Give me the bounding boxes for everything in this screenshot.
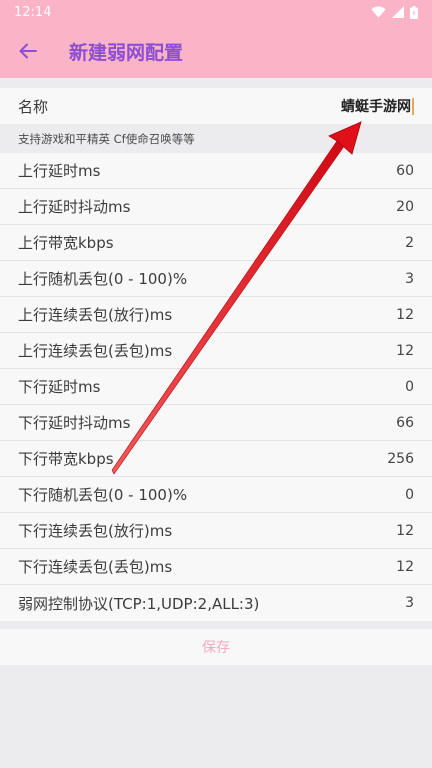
setting-row[interactable]: 上行随机丢包(0 - 100)% 3 xyxy=(0,261,432,297)
setting-label: 下行连续丢包(丢包)ms xyxy=(18,558,173,576)
setting-row[interactable]: 弱网控制协议(TCP:1,UDP:2,ALL:3) 3 xyxy=(0,585,432,621)
battery-icon xyxy=(410,5,418,19)
status-time: 12:14 xyxy=(14,4,52,20)
setting-row[interactable]: 上行延时抖动ms 20 xyxy=(0,189,432,225)
setting-value[interactable]: 60 xyxy=(396,163,414,179)
setting-row[interactable]: 下行延时抖动ms 66 xyxy=(0,405,432,441)
status-icons xyxy=(371,5,418,19)
setting-label: 上行连续丢包(丢包)ms xyxy=(18,342,173,360)
setting-label: 上行带宽kbps xyxy=(18,234,114,252)
setting-label: 上行连续丢包(放行)ms xyxy=(18,306,173,324)
setting-label: 下行延时抖动ms xyxy=(18,414,131,432)
wifi-icon xyxy=(371,6,386,18)
setting-label: 下行随机丢包(0 - 100)% xyxy=(18,486,188,504)
app-bar: 新建弱网配置 xyxy=(0,24,432,78)
setting-row[interactable]: 上行带宽kbps 2 xyxy=(0,225,432,261)
setting-value[interactable]: 3 xyxy=(405,595,414,611)
setting-label: 上行延时抖动ms xyxy=(18,198,131,216)
arrow-left-icon xyxy=(19,43,37,59)
setting-label: 上行随机丢包(0 - 100)% xyxy=(18,270,188,288)
name-field-row[interactable]: 名称 蜻蜓手游网 xyxy=(0,88,432,124)
setting-value[interactable]: 12 xyxy=(396,307,414,323)
setting-label: 下行连续丢包(放行)ms xyxy=(18,522,173,540)
setting-row[interactable]: 上行连续丢包(放行)ms 12 xyxy=(0,297,432,333)
page-title: 新建弱网配置 xyxy=(69,41,184,64)
setting-value[interactable]: 3 xyxy=(405,271,414,287)
setting-value[interactable]: 66 xyxy=(396,415,414,431)
name-input-value: 蜻蜓手游网 xyxy=(341,99,411,115)
status-bar: 12:14 xyxy=(0,0,432,24)
top-spacer xyxy=(0,78,432,88)
back-button[interactable] xyxy=(14,37,42,65)
save-area: 保存 xyxy=(0,629,432,665)
setting-row[interactable]: 下行延时ms 0 xyxy=(0,369,432,405)
setting-label: 上行延时ms xyxy=(18,162,101,180)
setting-label: 下行带宽kbps xyxy=(18,450,114,468)
setting-row[interactable]: 下行连续丢包(放行)ms 12 xyxy=(0,513,432,549)
setting-row[interactable]: 上行连续丢包(丢包)ms 12 xyxy=(0,333,432,369)
setting-value[interactable]: 0 xyxy=(405,487,414,503)
name-input[interactable]: 蜻蜓手游网 xyxy=(341,96,414,116)
setting-value[interactable]: 20 xyxy=(396,199,414,215)
setting-row[interactable]: 下行随机丢包(0 - 100)% 0 xyxy=(0,477,432,513)
setting-row[interactable]: 下行带宽kbps 256 xyxy=(0,441,432,477)
setting-value[interactable]: 2 xyxy=(405,235,414,251)
setting-value[interactable]: 12 xyxy=(396,523,414,539)
setting-row[interactable]: 下行连续丢包(丢包)ms 12 xyxy=(0,549,432,585)
setting-value[interactable]: 12 xyxy=(396,343,414,359)
save-button[interactable]: 保存 xyxy=(202,637,230,657)
setting-value[interactable]: 256 xyxy=(387,451,414,467)
text-caret xyxy=(412,97,414,115)
settings-list: 上行延时ms 60 上行延时抖动ms 20 上行带宽kbps 2 上行随机丢包(0 - 10… xyxy=(0,153,432,621)
setting-label: 弱网控制协议(TCP:1,UDP:2,ALL:3) xyxy=(18,594,260,613)
setting-value[interactable]: 12 xyxy=(396,559,414,575)
setting-value[interactable]: 0 xyxy=(405,379,414,395)
setting-row[interactable]: 上行延时ms 60 xyxy=(0,153,432,189)
list-gap xyxy=(0,621,432,629)
setting-label: 下行延时ms xyxy=(18,378,101,396)
signal-icon xyxy=(392,6,404,18)
hint-text: 支持游戏和平精英 Cf使命召唤等等 xyxy=(0,124,432,153)
name-field-label: 名称 xyxy=(18,97,49,116)
